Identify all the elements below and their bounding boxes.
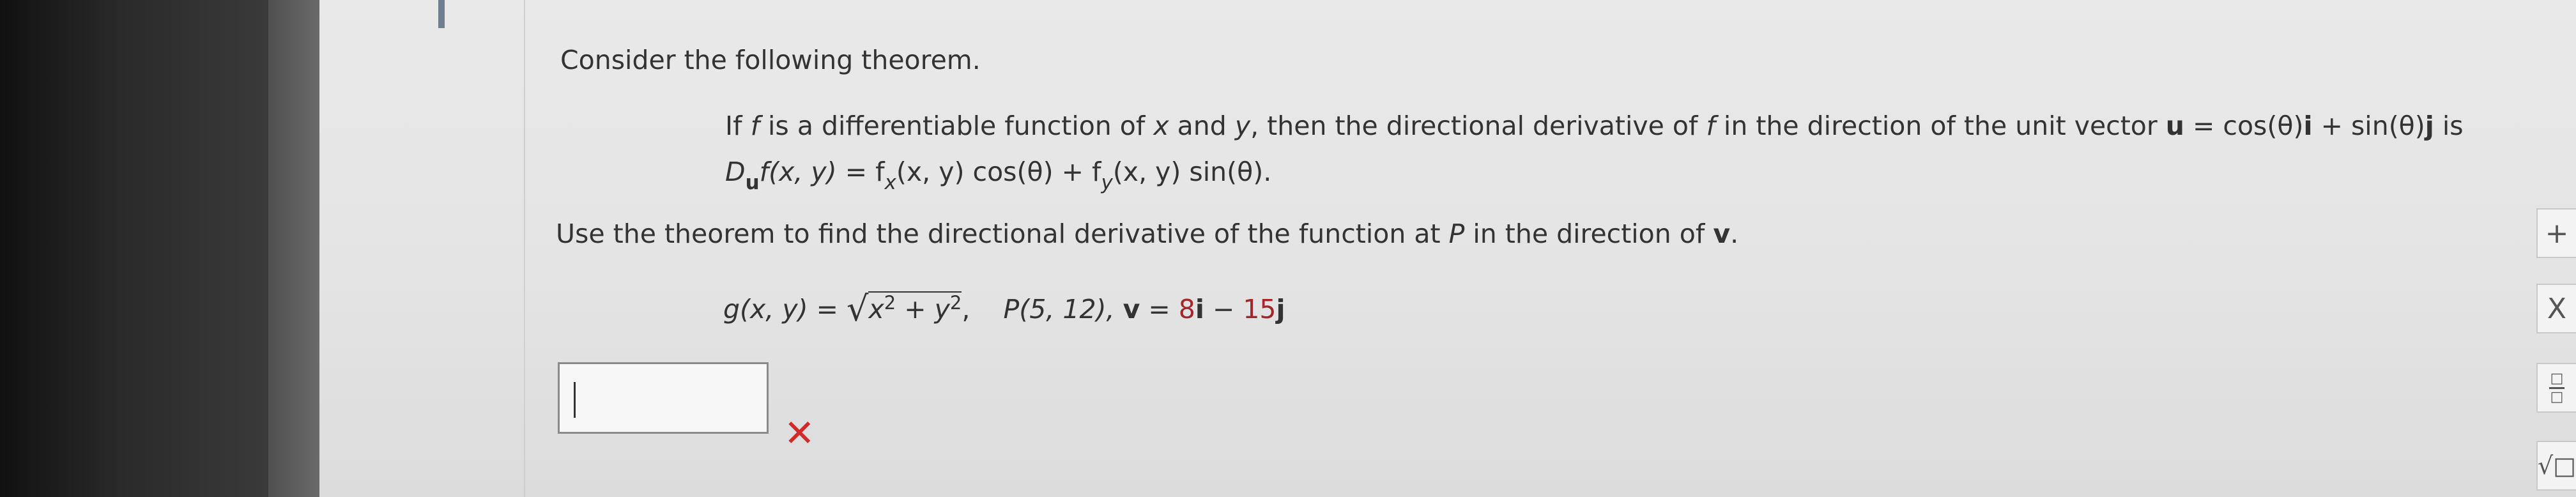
instruction-text: Use the theorem to find the directional … — [556, 218, 1739, 249]
text-cursor — [574, 382, 576, 418]
incorrect-x-icon: ✕ — [784, 411, 815, 455]
theorem-intro: Consider the following theorem. — [560, 45, 981, 75]
square-root-button[interactable]: √□ — [2536, 441, 2576, 491]
function-definition: g(x, y) = √x2 + y2, P(5, 12), v = 8i − 1… — [723, 289, 1285, 329]
monitor-bezel-edge — [268, 0, 319, 497]
theorem-formula: Duf(x, y) = fx(x, y) cos(θ) + fy(x, y) s… — [725, 157, 1272, 194]
page-divider — [524, 0, 525, 497]
question-page: Consider the following theorem. If f is … — [319, 0, 2576, 497]
fraction-icon: □ □ — [2549, 370, 2564, 405]
answer-input[interactable] — [558, 362, 769, 434]
theorem-statement: If f is a differentiable function of x a… — [725, 111, 2464, 141]
multiply-button[interactable]: X — [2536, 284, 2576, 333]
fraction-button[interactable]: □ □ — [2536, 363, 2576, 413]
plus-button[interactable]: + — [2536, 208, 2576, 258]
top-indicator — [438, 0, 445, 28]
sqrt-symbol: √ — [847, 289, 869, 329]
math-toolbar: + X □ □ √□ — [2536, 0, 2576, 497]
radicand: x2 + y2 — [868, 291, 962, 325]
monitor-bezel-left — [0, 0, 268, 497]
